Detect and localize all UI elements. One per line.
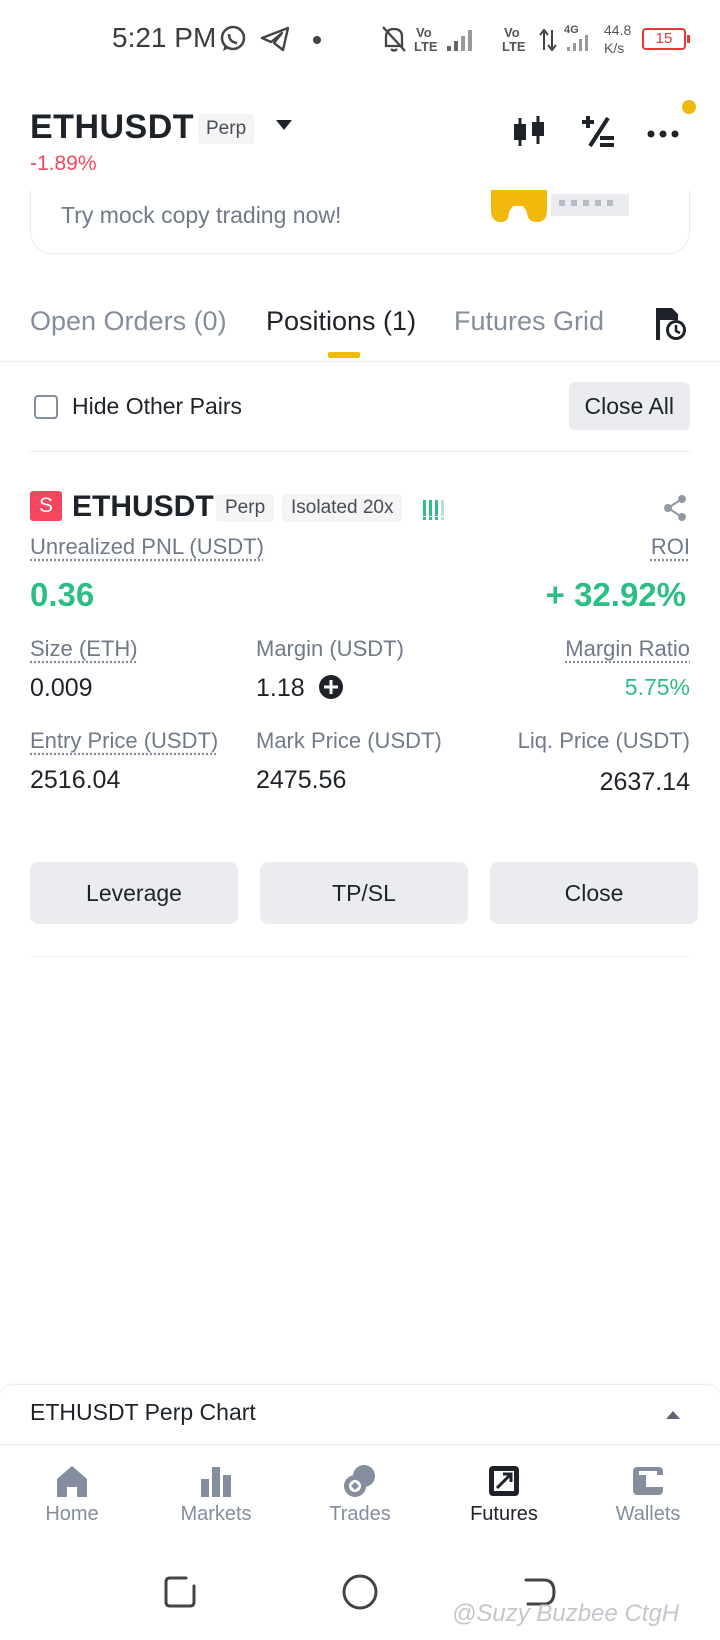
pair-title[interactable]: ETHUSDT (30, 108, 194, 147)
mark-price-label: Mark Price (USDT) (256, 728, 442, 753)
margin-value: 1.18 (256, 674, 305, 702)
watermark-text: @Suzy Buzbee CtgH (452, 1600, 680, 1627)
tpsl-button[interactable]: TP/SL (260, 862, 468, 924)
tab-futures-grid[interactable]: Futures Grid (454, 306, 604, 337)
nav-home[interactable]: Home (12, 1463, 132, 1526)
banner-text: Try mock copy trading now! (61, 202, 342, 228)
dot-icon (313, 36, 321, 44)
volte-1-bottom: LTE (414, 39, 438, 54)
volte-2-top: Vo (504, 25, 520, 40)
net-speed-value: 44.8 (604, 22, 632, 38)
home-icon (57, 1466, 87, 1497)
risk-level-icon (423, 500, 444, 520)
more-icon[interactable] (644, 112, 684, 152)
recents-icon[interactable] (160, 1572, 200, 1612)
entry-price-label[interactable]: Entry Price (USDT) (30, 728, 218, 754)
contract-type-chip: Perp (198, 114, 255, 144)
nav-futures-label: Futures (470, 1503, 538, 1525)
size-label[interactable]: Size (ETH) (30, 636, 138, 662)
orders-tabs: Open Orders (0) Positions (1) Futures Gr… (0, 290, 720, 362)
unrealized-pnl-label[interactable]: Unrealized PNL (USDT) (30, 534, 264, 560)
position-symbol[interactable]: ETHUSDT (72, 490, 214, 524)
size-value: 0.009 (30, 674, 93, 702)
position-card: S ETHUSDT Perp Isolated 20x Unrealized P… (30, 470, 710, 960)
liq-price-label: Liq. Price (USDT) (517, 728, 690, 753)
bottom-nav: Home Markets Trades Futures Wallets (0, 1444, 720, 1544)
close-position-button[interactable]: Close (490, 862, 698, 924)
signal-icon (447, 30, 472, 51)
margin-label: Margin (USDT) (256, 636, 404, 661)
hide-other-pairs-label[interactable]: Hide Other Pairs (72, 393, 242, 420)
tab-open-orders[interactable]: Open Orders (0) (30, 306, 227, 337)
hide-other-pairs-checkbox[interactable] (34, 395, 58, 419)
entry-price-value: 2516.04 (30, 766, 121, 794)
roi-label[interactable]: ROI (651, 534, 690, 560)
status-time: 5:21 PM (112, 22, 217, 53)
chart-toggle-label: ETHUSDT Perp Chart (30, 1399, 256, 1425)
unrealized-pnl-value: 0.36 (30, 576, 95, 613)
calculator-icon[interactable] (578, 112, 618, 152)
position-contract-chip: Perp (216, 494, 275, 522)
banner-illustration-icon (491, 190, 629, 222)
leverage-button[interactable]: Leverage (30, 862, 238, 924)
markets-icon (201, 1467, 231, 1497)
nav-markets[interactable]: Markets (156, 1463, 276, 1526)
nav-wallets-label: Wallets (615, 1503, 681, 1525)
futures-icon (489, 1466, 519, 1496)
active-tab-indicator (328, 352, 360, 358)
nav-home-label: Home (45, 1503, 99, 1525)
short-side-badge: S (30, 491, 62, 521)
home-button-icon[interactable] (340, 1572, 380, 1612)
nav-wallets[interactable]: Wallets (588, 1463, 708, 1526)
nav-trades[interactable]: Trades (300, 1463, 420, 1526)
share-icon[interactable] (662, 494, 688, 522)
nav-trades-label: Trades (329, 1503, 391, 1525)
close-all-button[interactable]: Close All (568, 382, 690, 430)
volte-2-bottom: LTE (502, 39, 526, 54)
card-divider (30, 956, 690, 957)
tab-positions[interactable]: Positions (1) (266, 306, 416, 337)
candlestick-icon[interactable] (510, 112, 550, 152)
signal-2-icon (567, 35, 588, 51)
nav-futures[interactable]: Futures (444, 1463, 564, 1526)
net-speed-unit: K/s (604, 40, 625, 56)
order-history-icon[interactable] (652, 306, 688, 342)
mute-bell-icon (382, 26, 406, 52)
liq-price-value: 2637.14 (599, 768, 690, 796)
battery-icon: 15 (642, 28, 690, 50)
margin-mode-chip[interactable]: Isolated 20x (282, 494, 403, 522)
telegram-icon (260, 26, 290, 52)
nav-markets-label: Markets (180, 1503, 252, 1525)
positions-filter-row: Hide Other Pairs Close All (30, 382, 690, 452)
pair-dropdown-icon[interactable] (276, 120, 292, 130)
status-bar: 5:21 PM Vo LTE Vo LTE 4G 44.8 K/s 15 (0, 0, 720, 80)
wallet-icon (633, 1467, 663, 1495)
volte-1-top: Vo (416, 25, 432, 40)
chart-toggle-bar[interactable]: ETHUSDT Perp Chart (0, 1384, 720, 1444)
roi-value: + 32.92% (545, 576, 686, 613)
margin-ratio-value: 5.75% (624, 674, 690, 700)
chevron-up-icon[interactable] (666, 1411, 680, 1419)
data-arrows-icon (539, 28, 557, 52)
whatsapp-icon (220, 25, 246, 51)
add-margin-icon[interactable] (318, 674, 344, 700)
notification-dot (682, 100, 696, 114)
margin-ratio-label[interactable]: Margin Ratio (565, 636, 690, 662)
pair-header: ETHUSDT Perp -1.89% (30, 100, 696, 180)
price-change-pct: -1.89% (30, 152, 97, 175)
mark-price-value: 2475.56 (256, 766, 347, 794)
trades-icon (344, 1465, 375, 1497)
copy-trading-banner[interactable]: Try mock copy trading now! (30, 190, 690, 254)
